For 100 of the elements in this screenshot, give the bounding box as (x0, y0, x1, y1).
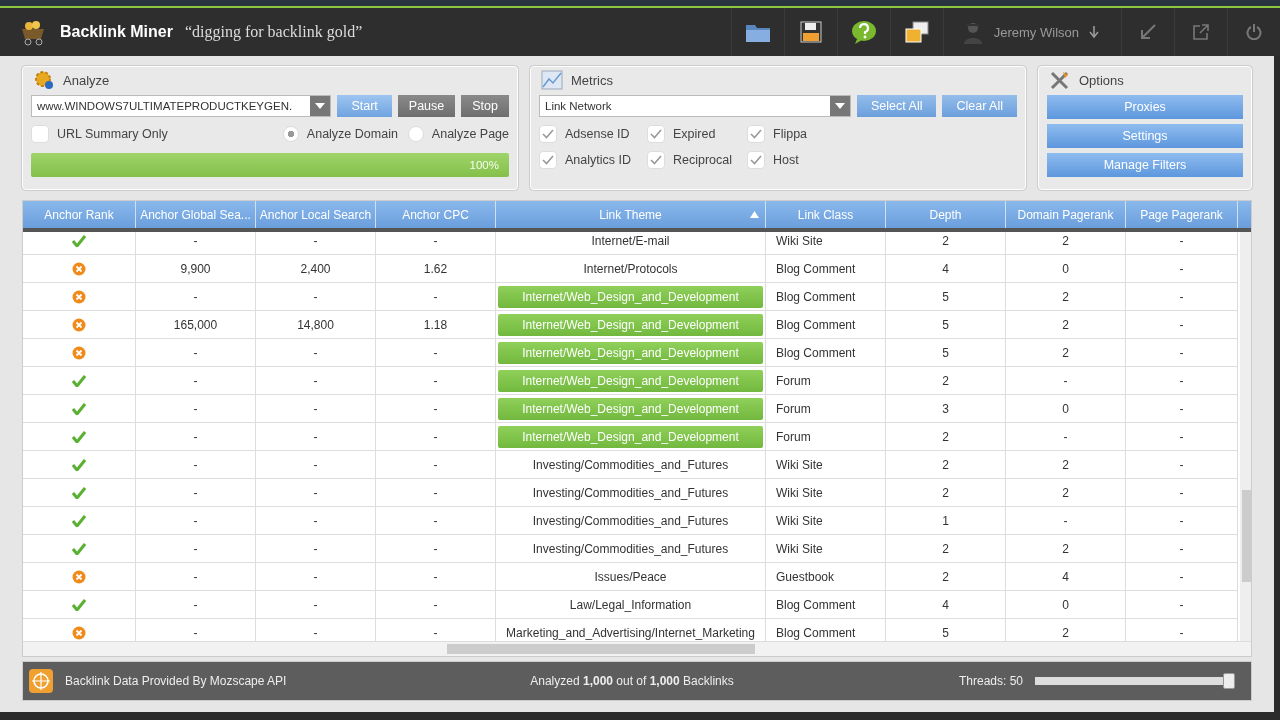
action-button[interactable]: Stop (461, 95, 509, 117)
table-cell: 9,900 (136, 255, 256, 282)
checkbox[interactable] (747, 151, 765, 169)
checkbox-label: Reciprocal (673, 153, 733, 167)
table-cell: 5 (886, 339, 1006, 366)
gear-icon (33, 70, 55, 90)
checkbox[interactable] (747, 125, 765, 143)
table-cell: 0 (1006, 395, 1126, 422)
table-cell: - (256, 283, 376, 310)
action-button[interactable]: Start (337, 95, 392, 117)
option-button[interactable]: Manage Filters (1047, 153, 1243, 177)
threads-label: Threads: 50 (958, 674, 1023, 688)
action-button[interactable]: Select All (857, 95, 937, 117)
table-cell: Wiki Site (766, 232, 886, 254)
table-cell: - (1126, 395, 1238, 422)
action-button[interactable]: Pause (397, 95, 456, 117)
table-cell: - (1126, 255, 1238, 282)
table-cell-text: Investing/Commodities_and_Futures (531, 512, 730, 530)
table-cell: Blog Comment (766, 283, 886, 310)
table-cell: - (136, 395, 256, 422)
option-button[interactable]: Proxies (1047, 95, 1243, 119)
table-cell: - (1006, 367, 1126, 394)
highlighted-theme: Internet/Web_Design_and_Development (498, 397, 763, 420)
table-cell-text: Law/Legal_Information (568, 596, 693, 614)
table-cell: 2 (886, 479, 1006, 506)
table-cell: 1.62 (376, 255, 496, 282)
table-cell: - (376, 479, 496, 506)
table-cell: - (1126, 535, 1238, 562)
table-cell: - (1126, 423, 1238, 450)
table-cell-text: Marketing_and_Advertising/Internet_Marketing (505, 624, 756, 641)
table-cell: 2 (1006, 339, 1126, 366)
table-cell: - (136, 507, 256, 534)
table-cell: 2 (1006, 535, 1126, 562)
table-cell: 3 (886, 395, 1006, 422)
table-cell: Forum (766, 395, 886, 422)
checkbox[interactable] (31, 125, 49, 143)
provider-text: Backlink Data Provided By Mozscape API (65, 674, 287, 688)
radio-button[interactable] (407, 126, 424, 142)
table-cell: Wiki Site (766, 535, 886, 562)
table-cell: - (376, 563, 496, 590)
table-cell-text: Investing/Commodities_and_Futures (531, 456, 730, 474)
table-cell: Blog Comment (766, 591, 886, 618)
table-cell: - (256, 395, 376, 422)
table-cell: 0 (1006, 255, 1126, 282)
table-cell: 2 (886, 563, 1006, 590)
table-cell: 5 (886, 283, 1006, 310)
table-cell: - (376, 232, 496, 254)
table-cell-text: Investing/Commodities_and_Futures (531, 484, 730, 502)
caret-icon (315, 103, 326, 109)
radio-label: Analyze Domain (306, 127, 398, 141)
minimize-arrow-icon[interactable] (1140, 24, 1156, 40)
network-dropdown[interactable]: Link Network (539, 95, 852, 117)
highlighted-theme: Internet/Web_Design_and_Development (498, 425, 763, 448)
table-cell: - (376, 451, 496, 478)
table-cell: - (376, 423, 496, 450)
checkbox[interactable] (647, 125, 665, 143)
table-cell: - (256, 591, 376, 618)
table-cell: - (1126, 591, 1238, 618)
table-cell: Blog Comment (766, 311, 886, 338)
windows-icon[interactable] (904, 21, 929, 43)
table-cell: - (256, 535, 376, 562)
horizontal-scrollbar[interactable] (23, 641, 1251, 656)
table-cell: - (1126, 479, 1238, 506)
table-cell: 4 (886, 255, 1006, 282)
help-icon[interactable] (850, 20, 877, 44)
external-window-icon[interactable] (1193, 24, 1209, 40)
table-cell: - (136, 591, 256, 618)
checkbox[interactable] (647, 151, 665, 169)
table-cell: - (256, 451, 376, 478)
slider-thumb[interactable] (1223, 673, 1235, 689)
option-button[interactable]: Settings (1047, 124, 1243, 148)
radio-label: Analyze Page (431, 127, 509, 141)
action-button[interactable]: Clear All (942, 95, 1017, 117)
table-cell: - (1126, 367, 1238, 394)
highlighted-theme: Internet/Web_Design_and_Development (498, 313, 763, 336)
table-cell: 165,000 (136, 311, 256, 338)
table-cell: - (136, 479, 256, 506)
table-cell: 2 (1006, 283, 1126, 310)
table-cell: Wiki Site (766, 479, 886, 506)
checkbox-label: Expired (673, 127, 716, 141)
dropdown-button[interactable] (310, 96, 331, 116)
table-cell: 2 (886, 451, 1006, 478)
power-icon[interactable] (1246, 24, 1262, 40)
table-cell: - (1126, 339, 1238, 366)
checkbox[interactable] (539, 151, 557, 169)
table-cell: - (1126, 283, 1238, 310)
table-cell: 4 (1006, 563, 1126, 590)
vertical-scrollbar[interactable] (1240, 232, 1251, 641)
table-cell: 14,800 (256, 311, 376, 338)
checkbox-label: Host (773, 153, 799, 167)
checkbox[interactable] (539, 125, 557, 143)
url-dropdown[interactable]: www.WINDOWS7ULTIMATEPRODUCTKEYGEN. (31, 95, 332, 117)
table-cell: - (136, 367, 256, 394)
table-cell: - (1126, 507, 1238, 534)
highlighted-theme: Internet/Web_Design_and_Development (498, 369, 763, 392)
radio-button[interactable] (282, 126, 299, 142)
user-name[interactable]: Jeremy Wilson (993, 24, 1079, 40)
app-tagline: “digging for backlink gold” (184, 23, 363, 41)
table-cell: - (136, 451, 256, 478)
dropdown-button[interactable] (830, 96, 851, 116)
